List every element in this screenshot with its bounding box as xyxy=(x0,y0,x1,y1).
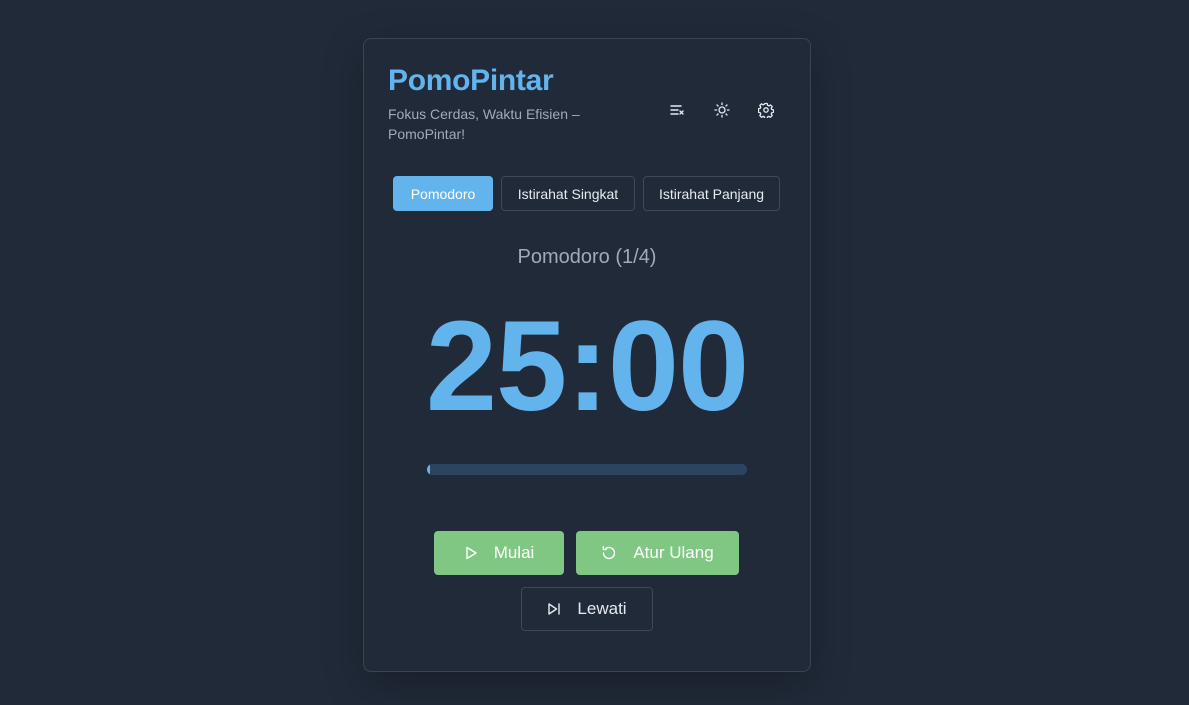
progress-bar xyxy=(427,464,747,475)
skip-forward-icon xyxy=(548,603,561,615)
play-icon xyxy=(465,546,477,560)
tab-pomodoro[interactable]: Pomodoro xyxy=(393,176,493,211)
start-button[interactable]: Mulai xyxy=(434,531,564,575)
reset-icon xyxy=(602,546,616,560)
clear-list-button[interactable] xyxy=(661,94,693,126)
session-label: Pomodoro (1/4) xyxy=(517,246,657,268)
app-subtitle: Fokus Cerdas, Waktu Efisien – PomoPintar… xyxy=(388,106,580,142)
clear-list-icon xyxy=(670,105,684,115)
app-title: PomoPintar xyxy=(388,64,554,97)
gear-icon xyxy=(758,102,774,118)
start-label: Mulai xyxy=(493,543,535,562)
sun-icon xyxy=(714,102,730,118)
progress-fill xyxy=(427,464,431,475)
reset-label: Atur Ulang xyxy=(633,543,714,562)
timer-display: 25:00 xyxy=(425,295,749,438)
reset-button[interactable]: Atur Ulang xyxy=(576,531,739,575)
tab-short-break[interactable]: Istirahat Singkat xyxy=(501,176,635,211)
pomodoro-card: PomoPintar Fokus Cerdas, Waktu Efisien –… xyxy=(363,38,811,672)
skip-label: Lewati xyxy=(577,599,627,618)
settings-button[interactable] xyxy=(750,94,782,126)
skip-button[interactable]: Lewati xyxy=(521,587,653,631)
tab-long-break[interactable]: Istirahat Panjang xyxy=(643,176,780,211)
theme-toggle-button[interactable] xyxy=(706,94,738,126)
